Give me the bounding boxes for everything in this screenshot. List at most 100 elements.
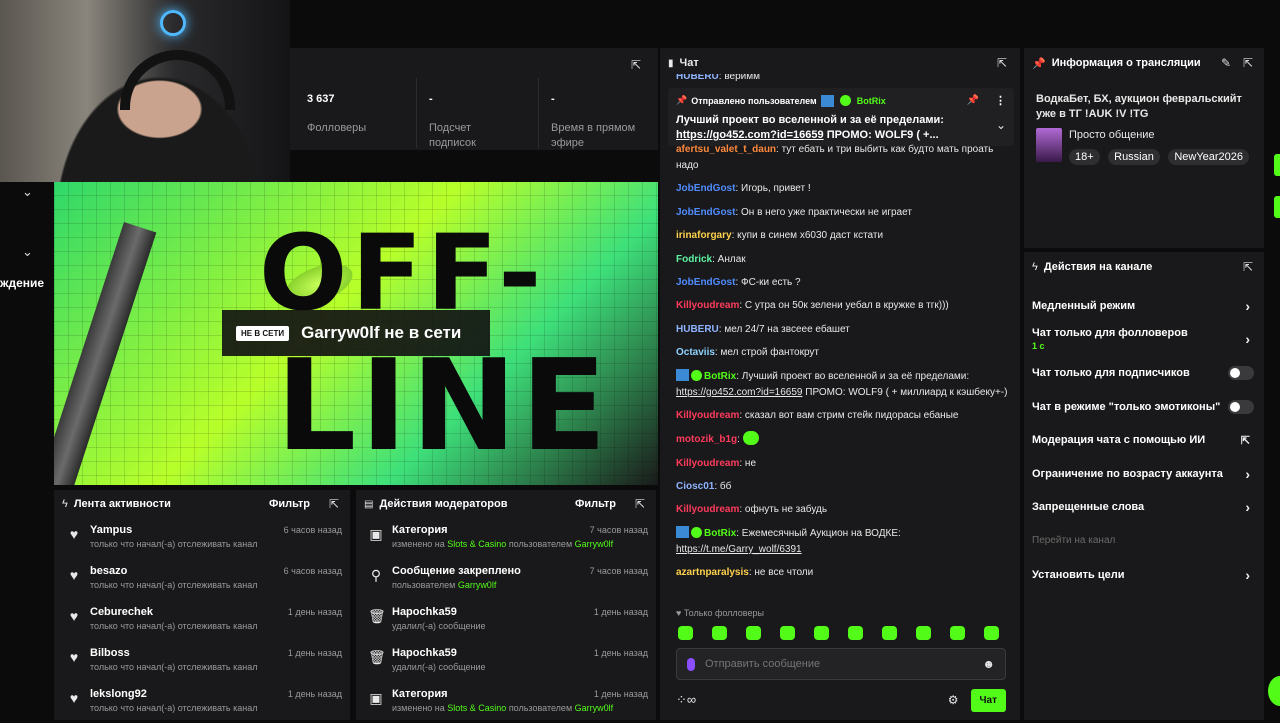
emote-only-toggle[interactable]	[1228, 399, 1254, 414]
chat-username[interactable]: Killyoudream	[676, 300, 739, 311]
emote-icon[interactable]	[678, 626, 693, 640]
mod-desc-highlight[interactable]: Slots & Casino	[447, 703, 506, 713]
popout-icon[interactable]: ⇱	[994, 55, 1010, 71]
activity-description: только что начал(-а) отслеживать канал	[90, 621, 258, 631]
tag-chip[interactable]: 18+	[1069, 149, 1100, 165]
mod-desc-highlight[interactable]: Garryw0lf	[575, 539, 614, 549]
edit-icon[interactable]: ✎	[1218, 55, 1234, 71]
extensions-icon[interactable]: ⁘∞	[676, 692, 696, 708]
chat-username[interactable]: BotRix	[704, 528, 736, 539]
chat-username[interactable]: afertsu_valet_t_daun	[676, 144, 776, 155]
subs-only-toggle[interactable]	[1228, 365, 1254, 380]
tag-chip[interactable]: NewYear2026	[1168, 149, 1250, 165]
chat-username[interactable]: Fodrick	[676, 254, 712, 265]
emote-icon[interactable]	[780, 626, 795, 640]
microphone-icon[interactable]	[687, 657, 695, 671]
pinned-username[interactable]: BotRix	[857, 96, 886, 106]
chat-username[interactable]: Killyoudream	[676, 410, 739, 421]
category-thumbnail[interactable]	[1036, 128, 1062, 162]
chat-username[interactable]: motozik_b1g	[676, 434, 737, 445]
chevron-down-icon[interactable]: ⌄	[996, 118, 1006, 132]
popout-icon[interactable]: ⇱	[1240, 55, 1256, 71]
emote-icon[interactable]	[746, 626, 761, 640]
subs-only-item[interactable]: Чат только для подписчиков	[1024, 356, 1264, 390]
ai-moderation-item[interactable]: Модерация чата с помощью ИИ ⇱	[1024, 423, 1264, 457]
mod-action-item[interactable]: 🗑 Hapochka59 удалил(-а) сообщение 1 день на…	[356, 641, 656, 682]
stat-label: Время в прямом эфире	[551, 122, 636, 149]
chevron-right-icon: ›	[1245, 465, 1250, 482]
chat-username[interactable]: HUBERU	[676, 74, 719, 82]
goto-channel-item[interactable]: Перейти на канал	[1024, 524, 1264, 558]
popout-icon[interactable]: ⇱	[1240, 259, 1256, 275]
popout-icon[interactable]: ⇱	[326, 496, 342, 512]
activity-item[interactable]: ♥ lekslong92 только что начал(-а) отслежив…	[54, 682, 350, 723]
set-goals-item[interactable]: Установить цели ›	[1024, 558, 1264, 592]
chat-username[interactable]: JobEndGost	[676, 207, 735, 218]
chat-username[interactable]: Ciosc01	[676, 481, 714, 492]
mod-action-item[interactable]: ▣ Категория изменено на Slots & Casino пол…	[356, 682, 656, 723]
mod-desc-highlight[interactable]: Slots & Casino	[447, 539, 506, 549]
stream-stats: ⇱ 3 637 Фолловеры - Подсчет подписок - В…	[290, 48, 658, 150]
activity-item[interactable]: ♥ Ceburechek только что начал(-а) отслежив…	[54, 600, 350, 641]
followers-only-item[interactable]: Чат только для фолловеров 1 с ›	[1024, 323, 1264, 357]
mod-action-item[interactable]: 🗑 Hapochka59 удалил(-а) сообщение 1 день на…	[356, 600, 656, 641]
chevron-right-icon: ›	[1245, 330, 1250, 347]
activity-item[interactable]: ♥ Bilboss только что начал(-а) отслеживать…	[54, 641, 350, 682]
chat-username[interactable]: HUBERU	[676, 324, 719, 335]
gear-icon[interactable]: ⚙	[948, 693, 959, 707]
chat-username[interactable]: Killyoudream	[676, 504, 739, 515]
age-limit-item[interactable]: Ограничение по возрасту аккаунта ›	[1024, 457, 1264, 491]
category-name[interactable]: Просто общение	[1069, 129, 1155, 141]
chat-username[interactable]: BotRix	[704, 371, 736, 382]
chat-link[interactable]: https://t.me/Garry_wolf/6391	[676, 544, 802, 555]
mod-desc-part: изменено на	[392, 703, 448, 713]
banned-words-item[interactable]: Запрещенные слова ›	[1024, 491, 1264, 525]
popout-icon[interactable]: ⇱	[632, 496, 648, 512]
emote-icon[interactable]	[882, 626, 897, 640]
chat-username[interactable]: JobEndGost	[676, 183, 735, 194]
chevron-down-icon[interactable]: ⌄	[22, 244, 33, 260]
emote-icon[interactable]	[984, 626, 999, 640]
tag-list: 18+ Russian NewYear2026	[1069, 147, 1253, 165]
chat-message: irinaforgary: купи в синем х6030 даст кс…	[676, 228, 1012, 244]
mod-action-item[interactable]: ⚲ Сообщение закреплено пользователем Garry…	[356, 559, 656, 600]
offline-message: Garryw0lf не в сети	[301, 323, 462, 342]
mod-desc-highlight[interactable]: Garryw0lf	[458, 580, 497, 590]
indicator-pill	[1274, 196, 1280, 218]
send-chat-button[interactable]: Чат	[970, 688, 1006, 712]
activity-filter-button[interactable]: Фильтр	[269, 498, 310, 510]
chat-username[interactable]: Octaviis	[676, 347, 715, 358]
mod-desc-highlight[interactable]: Garryw0lf	[575, 703, 614, 713]
chat-username[interactable]: Killyoudream	[676, 458, 739, 469]
emote-icon[interactable]	[950, 626, 965, 640]
emote-icon[interactable]	[848, 626, 863, 640]
chat-input[interactable]	[705, 658, 973, 670]
chat-link[interactable]: https://go452.com?id=16659	[676, 387, 802, 398]
chevron-down-icon[interactable]: ⌄	[22, 184, 33, 200]
activity-item[interactable]: ♥ Yampus только что начал(-а) отслеживать …	[54, 518, 350, 559]
slow-mode-item[interactable]: Медленный режим ›	[1024, 289, 1264, 323]
pinned-link[interactable]: https://go452.com?id=16659	[676, 129, 824, 141]
emote-icon[interactable]	[814, 626, 829, 640]
chat-input-box[interactable]: ☻	[676, 648, 1006, 680]
emote-icon[interactable]	[712, 626, 727, 640]
activity-time: 1 день назад	[287, 607, 342, 617]
pinned-message[interactable]: 📌 Отправлено пользователем BotRix 📌 ⋮ Лу…	[668, 88, 1014, 146]
more-options-icon[interactable]: ⋮	[995, 94, 1006, 107]
activity-item[interactable]: ♥ besazo только что начал(-а) отслеживать …	[54, 559, 350, 600]
app-logo-icon[interactable]	[1268, 676, 1280, 706]
chat-username[interactable]: azartnparalysis	[676, 567, 749, 578]
pinned-header: 📌 Отправлено пользователем BotRix 📌 ⋮	[676, 94, 1006, 107]
mod-action-item[interactable]: ▣ Категория изменено на Slots & Casino пол…	[356, 518, 656, 559]
emoji-icon[interactable]: ☻	[982, 657, 995, 671]
unpin-icon[interactable]: 📌	[967, 95, 979, 106]
emote-only-item[interactable]: Чат в режиме "только эмотиконы"	[1024, 390, 1264, 424]
chat-username[interactable]: irinaforgary	[676, 230, 732, 241]
emote-icon[interactable]	[916, 626, 931, 640]
mod-filter-button[interactable]: Фильтр	[575, 498, 616, 510]
popout-icon[interactable]: ⇱	[628, 57, 644, 73]
tag-chip[interactable]: Russian	[1108, 149, 1160, 165]
heart-icon: ♥	[69, 649, 79, 665]
chat-text: :	[737, 434, 743, 446]
chat-username[interactable]: JobEndGost	[676, 277, 735, 288]
